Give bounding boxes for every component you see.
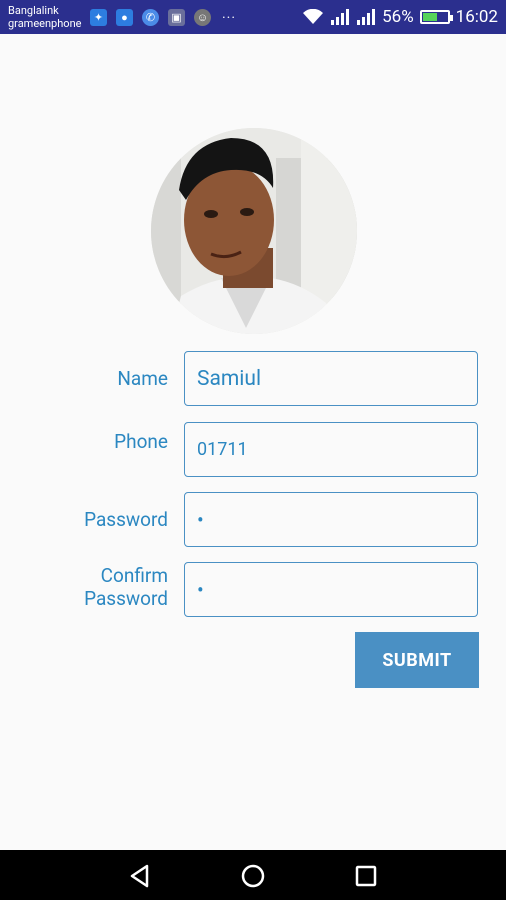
- confirm-password-field[interactable]: [184, 562, 478, 617]
- battery-icon: [419, 10, 453, 24]
- profile-avatar[interactable]: [151, 128, 357, 334]
- messenger-icon: ●: [116, 9, 133, 26]
- clock: 16:02: [455, 7, 498, 27]
- status-bar: Banglalink grameenphone ✦ ● ✆ ▣ ☺ ··· 56…: [0, 0, 506, 34]
- avatar-notification-icon: ☺: [194, 9, 211, 26]
- phone-input[interactable]: [185, 423, 477, 476]
- recents-button[interactable]: [352, 862, 380, 890]
- submit-button[interactable]: SUBMIT: [355, 632, 479, 688]
- carrier-names: Banglalink grameenphone: [8, 4, 81, 30]
- notification-icons: ✦ ● ✆ ▣ ☺ ···: [90, 9, 236, 26]
- phone-label: Phone: [114, 430, 168, 453]
- wifi-icon: [303, 9, 324, 24]
- status-right: 56% 16:02: [302, 7, 498, 27]
- back-button[interactable]: [126, 862, 154, 890]
- recents-icon: [355, 865, 377, 887]
- name-input[interactable]: [185, 352, 477, 405]
- signal-icon: [357, 9, 376, 25]
- home-icon: [241, 864, 265, 888]
- confirm-password-input[interactable]: [185, 563, 477, 616]
- name-label: Name: [117, 367, 168, 390]
- avatar-image: [151, 128, 357, 334]
- home-button[interactable]: [239, 862, 267, 890]
- signal-icon: [331, 9, 350, 25]
- back-icon: [130, 864, 149, 888]
- image-icon: ▣: [168, 9, 185, 26]
- more-dots-icon: ···: [222, 9, 236, 26]
- password-input[interactable]: [185, 493, 477, 546]
- confirm-password-label: Confirm Password: [84, 564, 168, 610]
- password-field[interactable]: [184, 492, 478, 547]
- notification-icon: ✦: [90, 9, 107, 26]
- navigation-bar: [0, 850, 506, 900]
- battery-percent: 56%: [382, 7, 414, 27]
- confirm-label-line-2: Password: [84, 587, 168, 610]
- phone-icon: ✆: [142, 9, 159, 26]
- name-field[interactable]: [184, 351, 478, 406]
- phone-field[interactable]: [184, 422, 478, 477]
- password-label: Password: [84, 508, 168, 531]
- carrier-2: grameenphone: [8, 17, 82, 30]
- carrier-1: Banglalink: [8, 4, 59, 17]
- confirm-label-line-1: Confirm: [100, 564, 168, 587]
